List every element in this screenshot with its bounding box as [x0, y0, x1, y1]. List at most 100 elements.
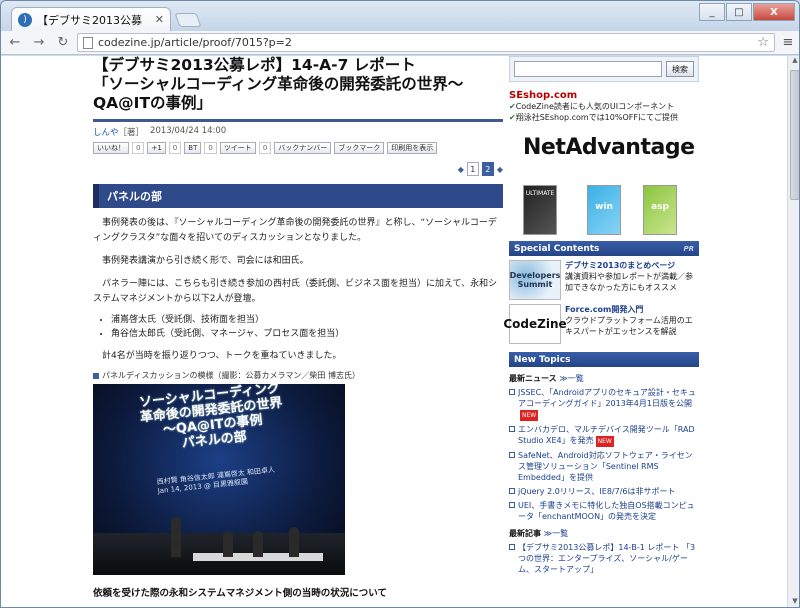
- minimize-button[interactable]: _: [699, 3, 725, 21]
- latest-articles-heading: 最新記事 ≫一覧: [509, 528, 699, 539]
- bookmark-button[interactable]: ブックマーク: [334, 142, 385, 154]
- special-item-text: Force.com開発入門 クラウドプラットフォーム活用のエキスパートがエッセン…: [565, 304, 699, 344]
- forward-icon[interactable]: →: [29, 33, 49, 53]
- print-button[interactable]: 印刷用を表示: [387, 142, 438, 154]
- list-item: 浦嶌啓太氏（受託側、技術面を担当）: [111, 313, 503, 327]
- bullet-icon: [509, 502, 515, 508]
- vertical-scrollbar[interactable]: ▲ ▼: [787, 56, 799, 607]
- panel-title: Special Contents: [514, 243, 600, 254]
- page-viewport: 【デブサミ2013公募レポ】14-A-7 レポート 「ソーシャルコーディング革命…: [1, 56, 799, 607]
- close-button[interactable]: X: [753, 3, 795, 21]
- articles-more-link[interactable]: ≫一覧: [544, 529, 568, 538]
- search-input[interactable]: [514, 61, 662, 77]
- special-item-title[interactable]: Force.com開発入門: [565, 304, 699, 315]
- slide-subtitle: 西村賢 角谷信太郎 浦嶌啓太 和田卓人 Jan 14, 2013 @ 目黒雅叙園: [156, 466, 276, 496]
- special-item-text: デブサミ2013のまとめページ 講演資料や参加レポートが満載／参加できなかった方…: [565, 260, 699, 300]
- next-page-icon[interactable]: ◆: [497, 165, 503, 174]
- back-icon[interactable]: ←: [5, 33, 25, 53]
- latest-news-heading: 最新ニュース ≫一覧: [509, 373, 699, 384]
- scroll-down-icon[interactable]: ▼: [788, 597, 799, 607]
- scroll-thumb[interactable]: [790, 70, 799, 200]
- bt-button[interactable]: BT: [184, 142, 202, 154]
- new-topics-header: New Topics: [509, 352, 699, 367]
- tab-close-icon[interactable]: ✕: [155, 13, 164, 26]
- devsumi-thumbnail: Developers Summit: [509, 260, 561, 300]
- panel-title: New Topics: [514, 354, 571, 365]
- sidebar: 検索 SEshop.com ✔CodeZine読者にも人気のUIコンポーネント …: [503, 56, 699, 607]
- page-2-current: 2: [481, 162, 494, 176]
- browser-tab[interactable]: ) 【デブサミ2013公募 ✕: [11, 7, 171, 31]
- promo-line: 翔泳社SEshop.comでは10%OFFにてご提供: [515, 113, 678, 122]
- list-item[interactable]: JSSEC、「Androidアプリのセキュア設計・セキュアコーディングガイド」2…: [509, 387, 699, 421]
- seshop-logo: SEshop.com: [509, 90, 699, 101]
- special-item-title[interactable]: デブサミ2013のまとめページ: [565, 260, 699, 271]
- site-search: 検索: [509, 56, 699, 82]
- check-icon: ✔: [509, 113, 516, 122]
- bookmark-star-icon[interactable]: ☆: [757, 35, 769, 50]
- menu-icon[interactable]: ≡: [779, 35, 797, 50]
- share-bar: いいね！ 0 +1 0 BT 0 ツイート 0 バックナンバー ブックマーク 印…: [93, 142, 503, 154]
- gplus-button[interactable]: +1: [147, 142, 166, 154]
- list-item[interactable]: jQuery 2.0リリース、IE8/7/6は非サポート: [509, 486, 699, 497]
- product-box-asp: asp: [643, 185, 677, 235]
- author-link[interactable]: しんや: [93, 128, 119, 138]
- special-item[interactable]: Developers Summit デブサミ2013のまとめページ 講演資料や参…: [509, 260, 699, 300]
- tab-title: 【デブサミ2013公募: [37, 13, 142, 27]
- author-suffix: ［著］: [118, 128, 145, 138]
- title-bar: ) 【デブサミ2013公募 ✕ _ □ X: [1, 1, 799, 31]
- caption-marker-icon: [93, 372, 99, 379]
- paragraph: パネラー陣には、こちらも引き続き参加の西村氏（委託側、ビジネス面を担当）に加えて…: [93, 279, 498, 304]
- article-link-text: 【デブサミ2013公募レポ】14-B-1 レポート 「3つの世界：エンタープライ…: [518, 543, 696, 574]
- special-item-desc: クラウドプラットフォーム活用のエキスパートがエッセンスを解説: [565, 316, 693, 336]
- latest-articles-label: 最新記事: [509, 529, 541, 538]
- promo-line: CodeZine読者にも人気のUIコンポーネント: [515, 102, 675, 111]
- list-item[interactable]: 【デブサミ2013公募レポ】14-B-1 レポート 「3つの世界：エンタープライ…: [509, 542, 699, 575]
- address-bar[interactable]: codezine.jp/article/proof/7015?p=2 ☆: [77, 33, 775, 52]
- list-item[interactable]: UEI、手書きメモに特化した独自OS搭載コンピュータ「enchantMOON」の…: [509, 500, 699, 522]
- new-badge: NEW: [595, 436, 614, 447]
- article: 【デブサミ2013公募レポ】14-A-7 レポート 「ソーシャルコーディング革命…: [93, 56, 503, 607]
- latest-news-label: 最新ニュース: [509, 374, 557, 383]
- caption-text: パネルディスカッションの模様（撮影：公募カメラマン／柴田 博志氏）: [102, 371, 360, 380]
- list-item[interactable]: SafeNet、Android対応ソフトウェア・ライセンス管理ソリューション「S…: [509, 450, 699, 483]
- bullet-icon: [509, 544, 515, 550]
- person: [223, 531, 233, 557]
- title-line: 【デブサミ2013公募レポ】14-A-7 レポート: [93, 56, 416, 74]
- backnumber-button[interactable]: バックナンバー: [274, 142, 332, 154]
- facebook-like-button[interactable]: いいね！: [93, 142, 129, 154]
- news-list: JSSEC、「Androidアプリのセキュア設計・セキュアコーディングガイド」2…: [509, 387, 699, 522]
- product-box-ultimate: ULTIMATE: [523, 185, 557, 235]
- tweet-count: 0: [258, 142, 272, 154]
- new-tab-button[interactable]: [174, 13, 202, 27]
- person: [171, 517, 181, 557]
- person: [253, 531, 263, 557]
- page-1-link[interactable]: 1: [466, 162, 479, 176]
- person: [289, 527, 299, 557]
- special-item[interactable]: CodeZine Force.com開発入門 クラウドプラットフォーム活用のエキ…: [503, 304, 699, 344]
- ad-title: NetAdvantage: [523, 135, 695, 160]
- prev-page-icon[interactable]: ◆: [458, 165, 464, 174]
- reload-icon[interactable]: ↻: [53, 33, 73, 53]
- list-item: 角谷信太郎氏（受託側、マネージャ、プロセス面を担当）: [111, 327, 503, 341]
- search-button[interactable]: 検索: [666, 61, 694, 77]
- bt-count: 0: [204, 142, 217, 154]
- news-more-link[interactable]: ≫一覧: [559, 374, 583, 383]
- logo-se: SE: [509, 90, 524, 101]
- pagination: ◆ 1 2 ◆: [93, 162, 503, 176]
- paragraph: 事例発表講演から引き続く形で、司会には和田氏。: [102, 256, 309, 266]
- like-count: 0: [132, 142, 145, 154]
- url-text: codezine.jp/article/proof/7015?p=2: [98, 36, 292, 49]
- netadvantage-ad[interactable]: NetAdvantage ULTIMATE win asp: [509, 131, 699, 241]
- article-date: 2013/04/24 14:00: [150, 126, 227, 136]
- scroll-up-icon[interactable]: ▲: [788, 56, 799, 68]
- maximize-button[interactable]: □: [726, 3, 752, 21]
- list-item[interactable]: エンバカデロ、マルチデバイス開発ツール「RAD Studio XE4」を発売 NE…: [509, 424, 699, 447]
- special-contents-header: Special Contents PR: [509, 241, 699, 256]
- news-text: UEI、手書きメモに特化した独自OS搭載コンピュータ「enchantMOON」の…: [518, 501, 695, 521]
- panel-photo[interactable]: ソーシャルコーディング 革命後の開発委託の世界 〜QA@ITの事例 パネルの部 …: [93, 384, 345, 575]
- gplus-count: 0: [168, 142, 182, 154]
- seshop-promo[interactable]: SEshop.com ✔CodeZine読者にも人気のUIコンポーネント ✔翔泳…: [509, 90, 699, 123]
- tweet-button[interactable]: ツイート: [219, 142, 256, 154]
- logo-rest: shop.com: [523, 90, 578, 101]
- bullet-icon: [509, 426, 515, 432]
